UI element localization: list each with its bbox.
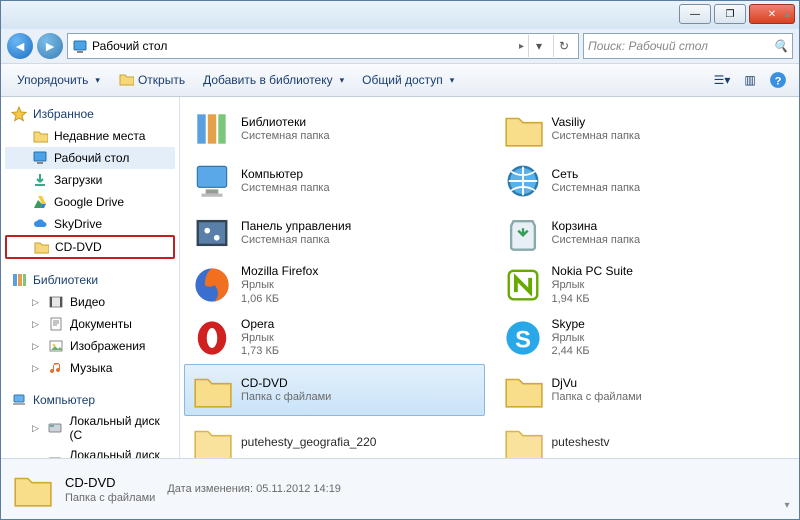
item-computer[interactable]: КомпьютерСистемная папка (184, 155, 485, 207)
video-icon (48, 294, 64, 310)
sidebar-item-music[interactable]: ▷Музыка (5, 357, 175, 379)
refresh-button[interactable]: ↻ (553, 35, 574, 57)
sidebar-item-gdrive[interactable]: Google Drive (5, 191, 175, 213)
minimize-button[interactable]: — (679, 4, 711, 24)
document-icon (48, 316, 64, 332)
network-icon (502, 160, 544, 202)
navigation-row: ◄ ► Рабочий стол ▸ ▾ ↻ Поиск: Рабочий ст… (1, 29, 799, 63)
sidebar-item-recent[interactable]: Недавние места (5, 125, 175, 147)
folder-icon (502, 369, 544, 411)
details-modified-label: Дата изменения: (167, 483, 253, 495)
item-djvu[interactable]: DjVuПапка с файлами (495, 364, 796, 416)
item-control-panel[interactable]: Панель управленияСистемная папка (184, 207, 485, 259)
chevron-right-icon: ▷ (32, 297, 42, 308)
item-network[interactable]: СетьСистемная папка (495, 155, 796, 207)
back-button[interactable]: ◄ (7, 33, 33, 59)
sidebar-item-video[interactable]: ▷Видео (5, 291, 175, 313)
computer-icon (11, 392, 27, 408)
chevron-right-icon: ▷ (32, 363, 42, 374)
disk-icon (47, 420, 63, 436)
item-skype[interactable]: SkypeЯрлык2,44 КБ (495, 312, 796, 365)
details-pane: CD-DVD Папка с файлами Дата изменения: 0… (1, 459, 799, 519)
library-icon (11, 272, 27, 288)
folder-icon (502, 421, 544, 458)
maximize-button[interactable]: ❐ (714, 4, 746, 24)
search-placeholder: Поиск: Рабочий стол (588, 39, 708, 53)
sidebar-computer-header[interactable]: Компьютер (1, 389, 179, 411)
sidebar-item-images[interactable]: ▷Изображения (5, 335, 175, 357)
chevron-right-icon: ▷ (32, 457, 41, 459)
gdrive-icon (32, 194, 48, 210)
search-input[interactable]: Поиск: Рабочий стол 🔍 (583, 33, 793, 59)
address-bar[interactable]: Рабочий стол ▸ ▾ ↻ (67, 33, 579, 59)
sidebar-item-documents[interactable]: ▷Документы (5, 313, 175, 335)
item-partial-2[interactable]: puteshestv (495, 416, 796, 458)
sidebar-item-disk-c[interactable]: ▷Локальный диск (C (5, 411, 175, 445)
music-icon (48, 360, 64, 376)
sidebar-item-disk-d[interactable]: ▷Локальный диск (D (5, 445, 175, 458)
share-button[interactable]: Общий доступ (354, 69, 462, 91)
file-list: БиблиотекиСистемная папка VasiliyСистемн… (180, 97, 799, 458)
folder-icon (191, 369, 233, 411)
details-name: CD-DVD (65, 475, 155, 490)
recent-icon (32, 128, 48, 144)
organize-button[interactable]: Упорядочить (9, 69, 108, 91)
sidebar-libraries-header[interactable]: Библиотеки (1, 269, 179, 291)
explorer-window: — ❐ ✕ ◄ ► Рабочий стол ▸ ▾ ↻ Поиск: Рабо… (0, 0, 800, 520)
item-opera[interactable]: OperaЯрлык1,73 КБ (184, 312, 485, 365)
skype-icon (502, 317, 544, 359)
folder-icon (33, 239, 49, 255)
address-text: Рабочий стол (92, 39, 515, 53)
chevron-right-icon: ▷ (32, 319, 42, 330)
sidebar-favorites-header[interactable]: Избранное (1, 103, 179, 125)
sidebar-item-skydrive[interactable]: SkyDrive (5, 213, 175, 235)
library-icon (191, 108, 233, 150)
preview-pane-button[interactable]: ▥ (737, 67, 763, 93)
body: Избранное Недавние места Рабочий стол За… (1, 97, 799, 459)
item-cd-dvd[interactable]: CD-DVDПапка с файлами (184, 364, 485, 416)
firefox-icon (191, 264, 233, 306)
nokia-icon (502, 264, 544, 306)
skydrive-icon (32, 216, 48, 232)
user-folder-icon (502, 108, 544, 150)
folder-icon (11, 468, 53, 510)
address-history-button[interactable]: ▾ (528, 35, 549, 57)
item-user-folder[interactable]: VasiliyСистемная папка (495, 103, 796, 155)
sidebar-item-desktop[interactable]: Рабочий стол (5, 147, 175, 169)
chevron-right-icon: ▷ (32, 341, 42, 352)
add-to-library-button[interactable]: Добавить в библиотеку (195, 69, 352, 91)
cpanel-icon (191, 212, 233, 254)
scrollbar[interactable]: ▴▾ (779, 97, 795, 458)
title-bar: — ❐ ✕ (1, 1, 799, 29)
sidebar-item-cd-dvd[interactable]: CD-DVD (5, 235, 175, 259)
details-type: Папка с файлами (65, 492, 155, 504)
chevron-right-icon: ▷ (32, 423, 41, 434)
forward-button[interactable]: ► (37, 33, 63, 59)
item-firefox[interactable]: Mozilla FirefoxЯрлык1,06 КБ (184, 259, 485, 312)
open-button[interactable]: Открыть (110, 67, 193, 94)
disk-icon (47, 454, 63, 458)
image-icon (48, 338, 64, 354)
recycle-icon (502, 212, 544, 254)
details-modified-value: 05.11.2012 14:19 (256, 483, 341, 495)
folder-icon (191, 421, 233, 458)
item-partial-1[interactable]: putehesty_geografia_220 (184, 416, 485, 458)
toolbar: Упорядочить Открыть Добавить в библиотек… (1, 63, 799, 97)
monitor-icon (32, 150, 48, 166)
breadcrumb-sep-icon: ▸ (519, 41, 524, 52)
item-libraries[interactable]: БиблиотекиСистемная папка (184, 103, 485, 155)
item-recycle-bin[interactable]: КорзинаСистемная папка (495, 207, 796, 259)
opera-icon (191, 317, 233, 359)
computer-icon (191, 160, 233, 202)
monitor-icon (72, 39, 88, 53)
sidebar-item-downloads[interactable]: Загрузки (5, 169, 175, 191)
download-icon (32, 172, 48, 188)
folder-icon (118, 71, 134, 90)
view-options-button[interactable]: ☰▾ (709, 67, 735, 93)
star-icon (11, 106, 27, 122)
item-nokia[interactable]: Nokia PC SuiteЯрлык1,94 КБ (495, 259, 796, 312)
navigation-pane: Избранное Недавние места Рабочий стол За… (1, 97, 180, 458)
